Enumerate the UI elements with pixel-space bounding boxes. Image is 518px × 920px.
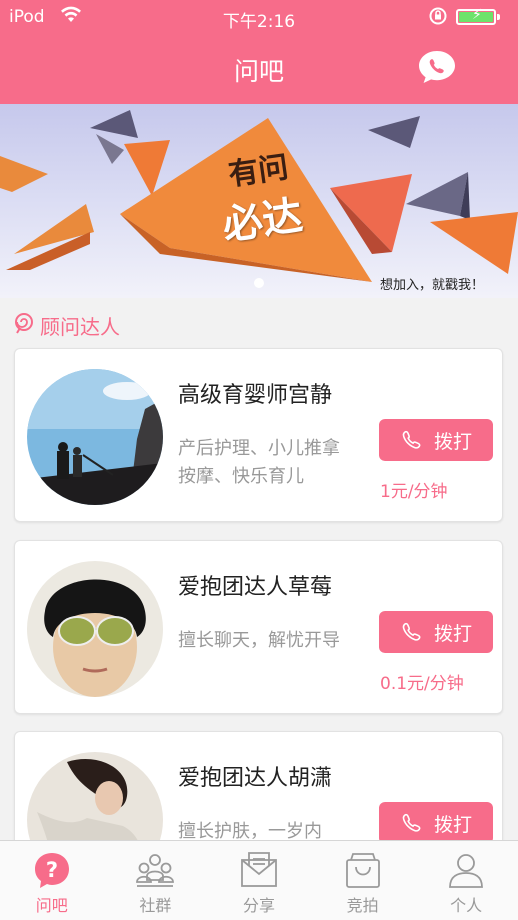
call-button[interactable]: 拨打: [379, 419, 493, 461]
call-button-label: 拨打: [433, 813, 472, 836]
bottom-tab-bar: ? 问吧 社群 分享 竞拍 个人: [0, 840, 518, 920]
shopping-bag-icon: [345, 853, 380, 888]
tab-label: 问吧: [35, 896, 68, 915]
question-bubble-icon: ?: [34, 853, 69, 888]
price-per-minute: 1元/分钟: [380, 482, 448, 502]
consultant-name: 爱抱团达人草莓: [178, 575, 333, 600]
tab-geren[interactable]: 个人: [414, 841, 518, 920]
tab-shequn[interactable]: 社群: [104, 841, 208, 920]
tab-label: 竞拍: [346, 896, 379, 915]
banner-slogan-bottom: 必达: [219, 191, 306, 250]
svg-text:?: ?: [46, 858, 58, 882]
app-screen: iPod 下午2:16 ⚡ 问吧 有问 必达 想加入，就戳我！ 顾问达人 高级育…: [0, 0, 518, 920]
phone-chat-icon[interactable]: [418, 50, 456, 84]
rotation-lock-icon: [428, 6, 448, 31]
battery-icon: ⚡: [456, 7, 496, 25]
share-envelope-icon: [241, 852, 277, 887]
carousel-indicator-dot[interactable]: [254, 278, 264, 288]
status-bar: iPod 下午2:16 ⚡: [0, 0, 518, 36]
consultant-name: 爱抱团达人胡潇: [178, 766, 333, 791]
call-button-label: 拨打: [433, 430, 472, 453]
avatar: [27, 369, 163, 505]
price-per-minute: 0.1元/分钟: [380, 674, 464, 694]
consultant-desc: 擅长聊天，解忧开导: [178, 630, 340, 651]
top-bar: iPod 下午2:16 ⚡ 问吧: [0, 0, 518, 104]
tab-label: 个人: [450, 896, 483, 915]
tab-jingpai[interactable]: 竞拍: [311, 841, 415, 920]
lollipop-icon: [14, 312, 34, 338]
phone-icon: [402, 622, 421, 641]
tab-label: 分享: [242, 896, 275, 915]
battery-tip: [497, 14, 500, 20]
tab-fenxiang[interactable]: 分享: [207, 841, 311, 920]
section-title: 顾问达人: [40, 314, 120, 339]
call-button[interactable]: 拨打: [379, 802, 493, 844]
person-icon: [449, 854, 484, 888]
promo-banner[interactable]: 有问 必达 想加入，就戳我！: [0, 104, 518, 298]
tab-label: 社群: [139, 896, 172, 915]
avatar: [27, 561, 163, 697]
consultant-name: 高级育婴师宫静: [178, 383, 333, 408]
phone-icon: [402, 813, 421, 832]
section-header: 顾问达人: [14, 310, 120, 340]
banner-join-text: 想加入，就戳我！: [380, 278, 485, 293]
consultant-desc: 产后护理、小儿推拿按摩、快乐育儿: [178, 438, 340, 487]
phone-icon: [402, 430, 421, 449]
consultant-card[interactable]: 爱抱团达人草莓 擅长聊天，解忧开导 拨打 0.1元/分钟: [14, 540, 503, 714]
consultant-card[interactable]: 高级育婴师宫静 产后护理、小儿推拿按摩、快乐育儿 拨打 1元/分钟: [14, 348, 503, 522]
call-button-label: 拨打: [433, 622, 472, 645]
group-icon: [136, 854, 175, 887]
call-button[interactable]: 拨打: [379, 611, 493, 653]
tab-wenba[interactable]: ? 问吧: [0, 841, 104, 920]
